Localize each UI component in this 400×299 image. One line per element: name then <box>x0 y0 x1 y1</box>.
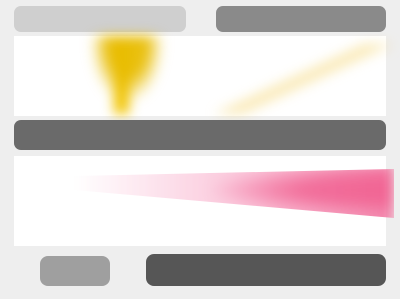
pink-wave-graphic <box>74 169 394 218</box>
top-left-button[interactable] <box>14 6 186 32</box>
top-right-button[interactable] <box>216 6 386 32</box>
yellow-funnel-graphic <box>84 36 170 114</box>
bottom-left-button[interactable] <box>40 256 110 286</box>
upper-content-area <box>14 36 394 116</box>
middle-bar[interactable] <box>14 120 386 150</box>
yellow-line-graphic <box>214 44 394 114</box>
lower-content-area <box>14 156 394 246</box>
bottom-right-button[interactable] <box>146 254 386 286</box>
